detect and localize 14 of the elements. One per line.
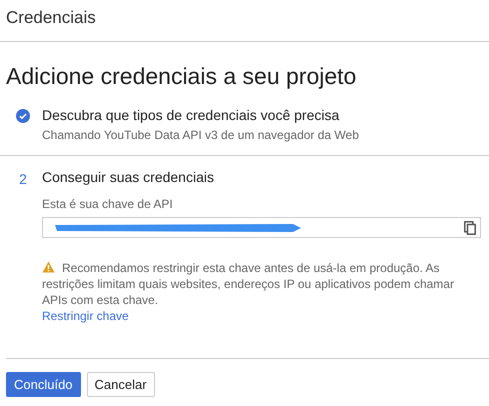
cancel-button[interactable]: Cancelar (86, 372, 155, 397)
step-subtitle: Chamando YouTube Data API v3 de um navegador da Web (42, 127, 360, 143)
field-label: Esta é sua chave de API (42, 196, 174, 213)
page-title: Adicione credenciais a seu projeto (5, 62, 358, 90)
restrict-key-link[interactable]: Restringir chave (42, 308, 129, 324)
done-button[interactable]: Concluído (6, 372, 81, 397)
step-title: Conseguir suas credenciais (42, 168, 215, 186)
copy-icon[interactable] (464, 220, 476, 234)
header-title: Credenciais (6, 6, 96, 29)
warning-icon (42, 261, 55, 274)
step-title: Descubra que tipos de credenciais você precisa (42, 106, 340, 124)
api-key-field[interactable] (42, 217, 481, 238)
step-number: 2 (19, 170, 27, 188)
warning-text: Recomendamos restringir esta chave antes de usá-la em produção. As restrições limitam quais websites, endereços IP ou aplicativos podem chamar APIs com esta chave. (42, 260, 455, 308)
